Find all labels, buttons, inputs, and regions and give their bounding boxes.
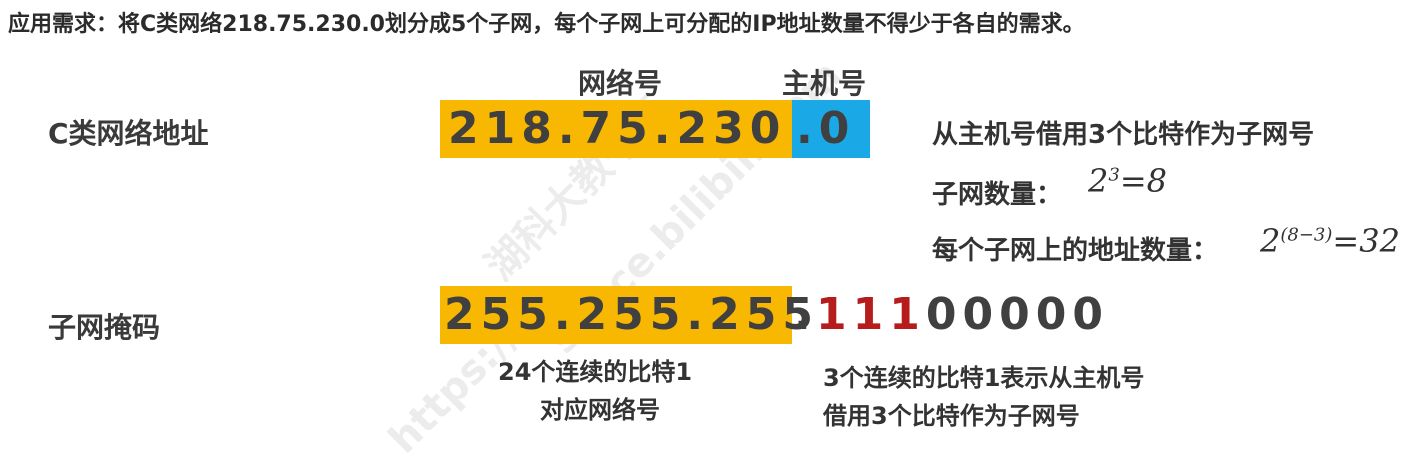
left-caption-line2: 对应网络号 [540,396,660,424]
subnet-count-formula: 23=8 [1088,162,1167,200]
borrow-note: 从主机号借用3个比特作为子网号 [932,120,1315,150]
mask-dot: . [794,289,817,340]
address-count-label: 每个子网上的地址数量： [932,236,1219,266]
host-header: 主机号 [782,67,867,100]
address-count-formula: 2(8−3)=32 [1260,222,1400,260]
host-bits: 00000 [925,289,1109,340]
borrowed-bits: 111 [816,289,926,340]
subnet-count-label: 子网数量： [932,180,1063,210]
right-caption-line2: 借用3个比特作为子网号 [823,402,1080,430]
mask-network-part: 255.255.255 [444,289,819,340]
right-caption-line1: 3个连续的比特1表示从主机号 [823,364,1145,392]
mask-label: 子网掩码 [48,311,161,344]
address-network-block: 218.75.230 [440,100,792,158]
address-network-part: 218.75.230 [448,103,787,154]
network-header: 网络号 [578,67,663,100]
address-host-block: .0 [792,100,870,158]
mask-host-bits: 11100000 [816,286,1109,344]
requirement-title: 应用需求：将C类网络218.75.230.0划分成5个子网，每个子网上可分配的I… [8,12,1085,37]
left-caption-line1: 24个连续的比特1 [498,358,693,386]
address-host-part: .0 [796,103,856,154]
address-label: C类网络地址 [48,117,209,150]
mask-network-block: 255.255.255 [440,286,813,344]
